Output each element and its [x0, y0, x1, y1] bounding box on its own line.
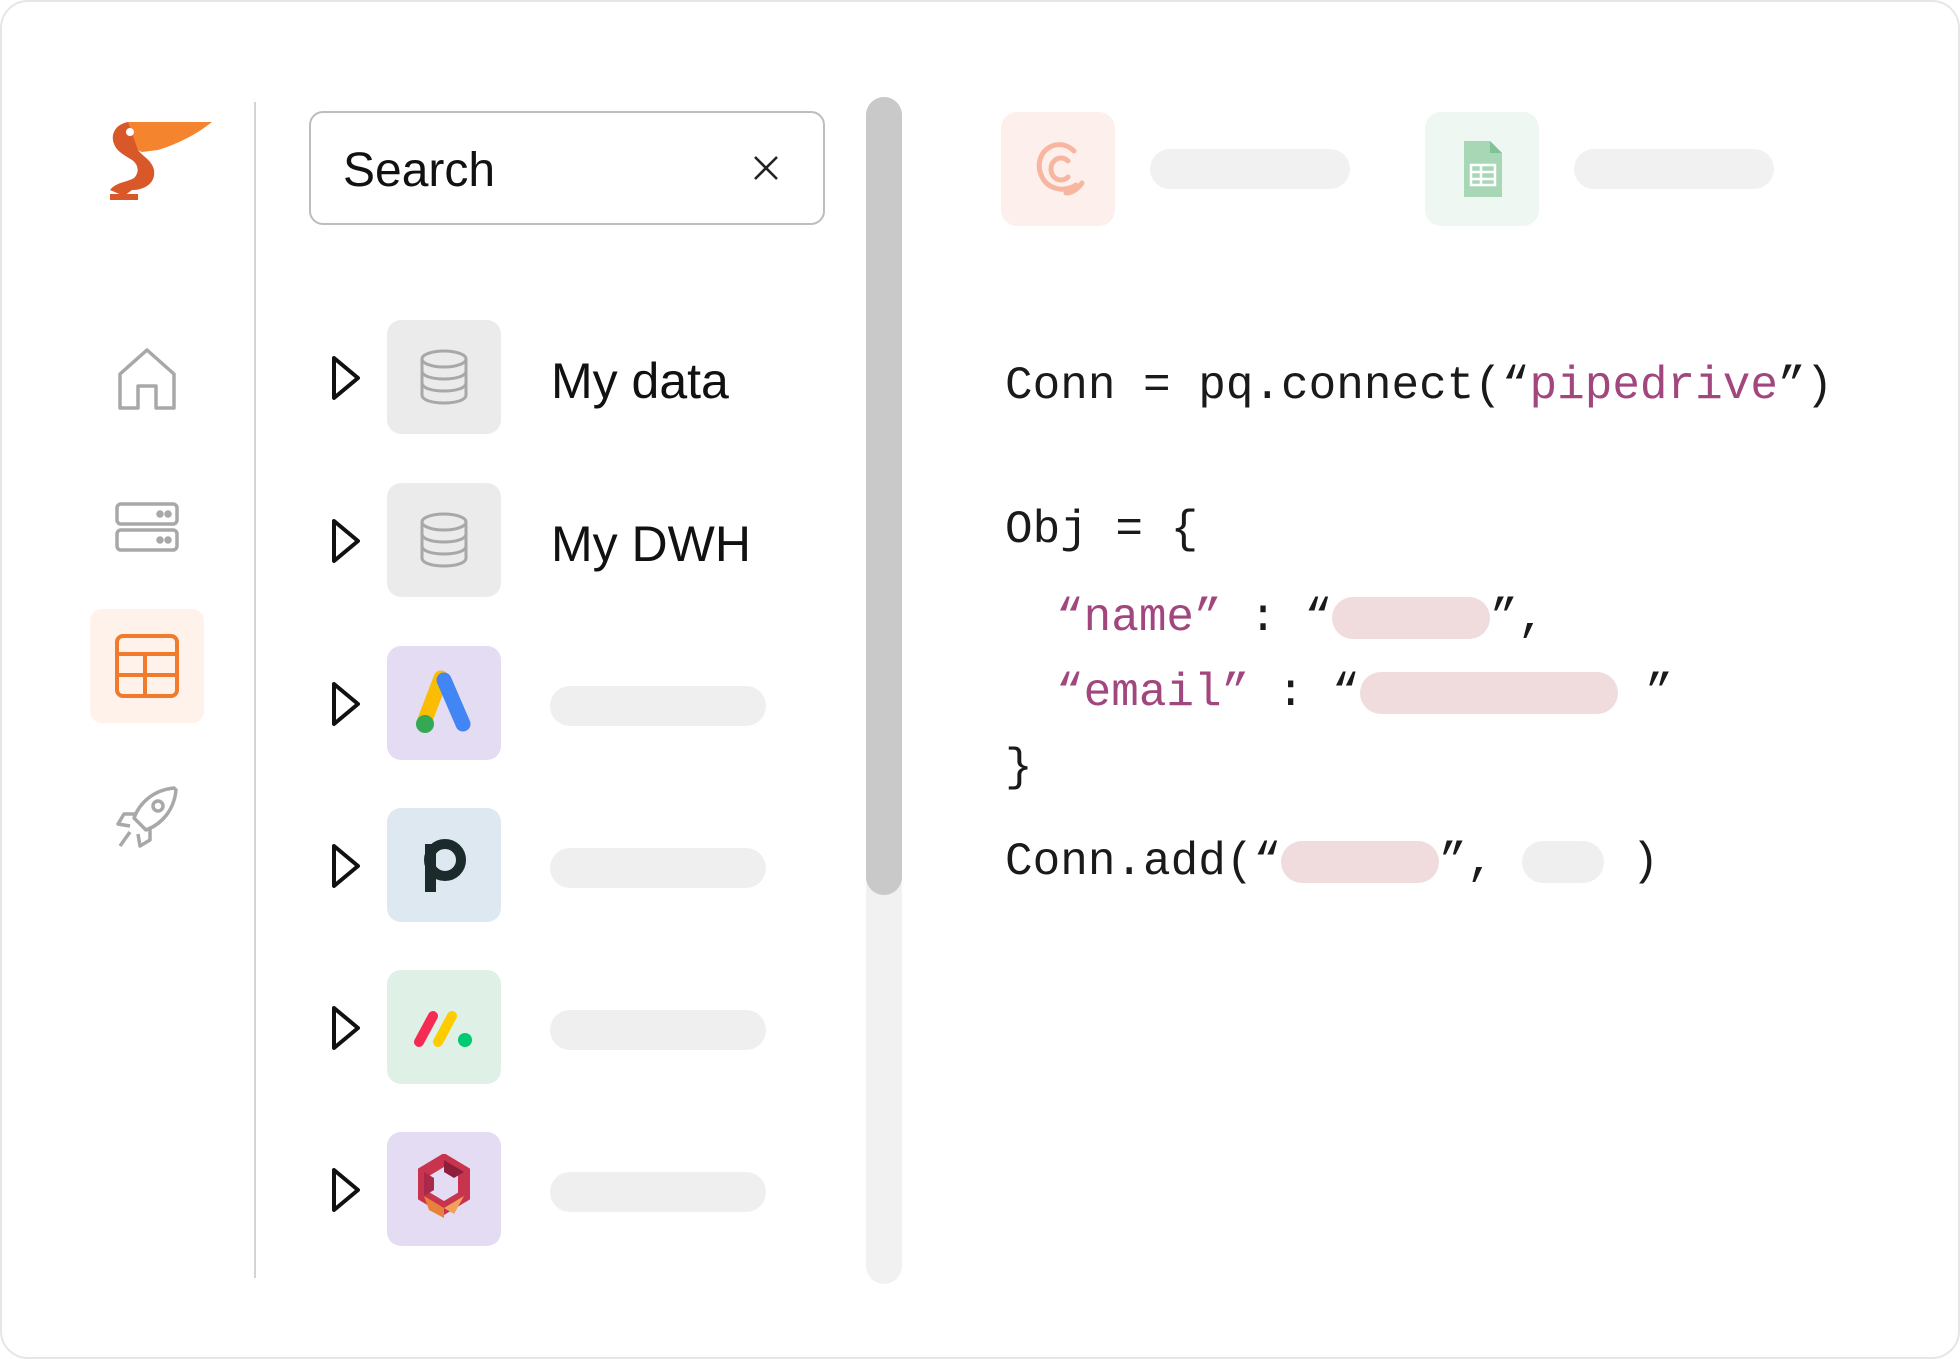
c-logo-icon: [1036, 142, 1085, 196]
database-icon: [387, 483, 501, 597]
tree-item-pipedrive[interactable]: [322, 808, 782, 924]
code-line-close: }: [1005, 742, 1033, 794]
sidebar-divider: [254, 102, 256, 1278]
home-icon: [118, 348, 176, 410]
code-text: ”,: [1490, 592, 1546, 644]
monday-icon: [387, 970, 501, 1084]
code-line-connect: Conn = pq.connect(“pipedrive”): [1005, 358, 1833, 414]
tree-item-my-data[interactable]: My data: [322, 320, 782, 436]
chevron-right-icon[interactable]: [328, 517, 364, 565]
pipedrive-icon: [387, 808, 501, 922]
redacted-value: [1521, 840, 1604, 883]
code-line-obj: Obj = {: [1005, 504, 1199, 556]
tree-item-label: My data: [551, 353, 729, 409]
table-icon: [115, 634, 179, 698]
scrollbar-thumb[interactable]: [866, 97, 902, 895]
placeholder-skeleton: [1574, 149, 1774, 189]
chevron-right-icon[interactable]: [328, 354, 364, 402]
placeholder-skeleton: [1150, 149, 1350, 189]
close-icon[interactable]: [747, 149, 785, 187]
tree-item-monday[interactable]: [322, 970, 782, 1086]
search-box: [309, 111, 825, 225]
code-line-add: Conn.add(“ ”, ): [1005, 834, 1659, 890]
nav-home[interactable]: [90, 322, 204, 436]
code-text: ”: [1617, 667, 1673, 719]
database-icon: [387, 320, 501, 434]
nav-tables[interactable]: [90, 609, 204, 723]
code-string: pipedrive: [1529, 360, 1778, 412]
code-text: Conn.add(“: [1005, 836, 1282, 888]
tree-item-hexagon-source[interactable]: [322, 1132, 782, 1248]
chevron-right-icon[interactable]: [328, 680, 364, 728]
connector-tile-c[interactable]: [1001, 112, 1115, 226]
placeholder-skeleton: [550, 686, 766, 726]
redacted-value: [1332, 596, 1491, 639]
app-window: My data My DWH: [0, 0, 1960, 1359]
chevron-right-icon[interactable]: [328, 1166, 364, 1214]
redacted-value: [1281, 840, 1440, 883]
code-line-email: “email” : “ ”: [1056, 665, 1673, 721]
pelican-logo-icon: [110, 122, 212, 200]
google-ads-icon: [387, 646, 501, 760]
search-input[interactable]: [343, 143, 743, 197]
code-text: : “: [1221, 592, 1333, 644]
code-text: : “: [1249, 667, 1360, 719]
rocket-icon: [116, 786, 178, 848]
google-sheets-icon: [1464, 141, 1502, 197]
connector-tile-sheets[interactable]: [1425, 112, 1539, 226]
server-icon: [115, 502, 179, 552]
code-string: “name”: [1056, 592, 1222, 644]
nav-deploy[interactable]: [90, 760, 204, 874]
code-text: ): [1603, 836, 1660, 888]
placeholder-skeleton: [550, 1010, 766, 1050]
placeholder-skeleton: [550, 1172, 766, 1212]
code-text: Conn = pq.connect(“: [1005, 360, 1530, 412]
tree-item-label: My DWH: [551, 516, 751, 572]
tree-item-google-ads[interactable]: [322, 646, 782, 762]
code-line-name: “name” : “ ”,: [1056, 590, 1545, 646]
sidebar: [2, 2, 256, 1357]
code-string: “email”: [1056, 667, 1250, 719]
placeholder-skeleton: [550, 848, 766, 888]
tree-item-my-dwh[interactable]: My DWH: [322, 483, 782, 599]
nav-servers[interactable]: [90, 470, 204, 584]
chevron-right-icon[interactable]: [328, 1004, 364, 1052]
code-text: ”): [1777, 360, 1834, 412]
hexagon-logo-icon: [387, 1132, 501, 1246]
chevron-right-icon[interactable]: [328, 842, 364, 890]
redacted-value: [1359, 671, 1618, 714]
code-text: ”,: [1439, 836, 1522, 888]
